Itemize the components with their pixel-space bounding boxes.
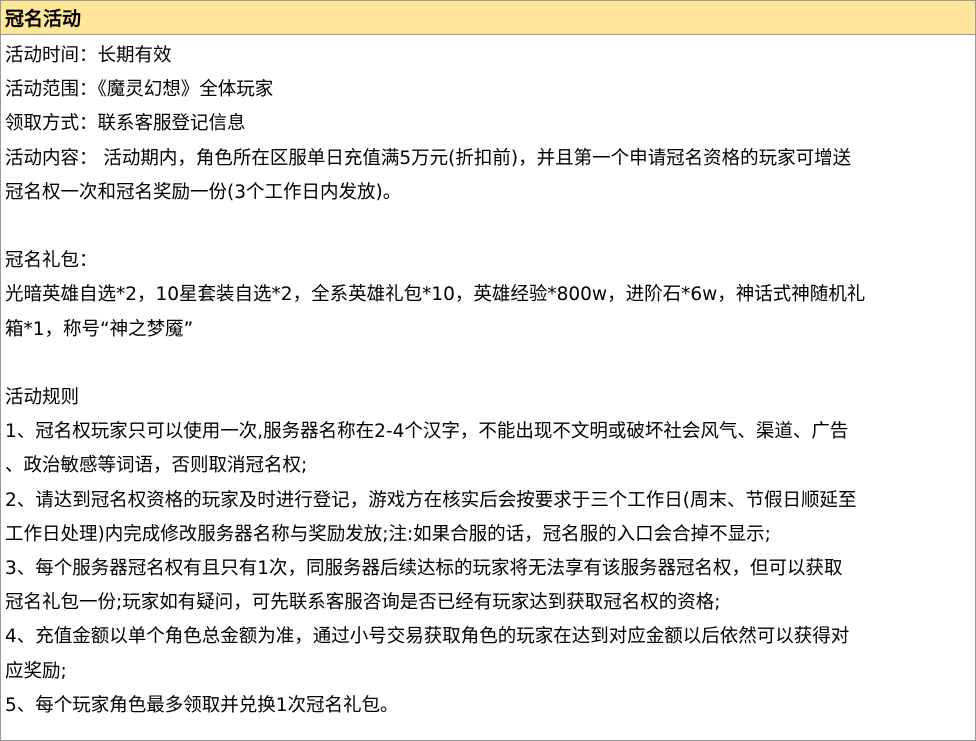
gift-heading: 冠名礼包：: [5, 250, 98, 272]
activity-scope-line: 活动范围：《魔灵幻想》全体玩家: [5, 79, 274, 101]
rule-3-line-2: 冠名礼包一份;玩家如有疑问，可先联系客服咨询是否已经有玩家达到获取冠名权的资格;: [5, 592, 721, 614]
gift-line-2: 箱*1，称号“神之梦魇”: [5, 318, 194, 340]
rule-2-line-1: 2、请达到冠名权资格的玩家及时进行登记，游戏方在核实后会按要求于三个工作日(周末…: [5, 489, 857, 511]
rule-1-line-1: 1、冠名权玩家只可以使用一次,服务器名称在2-4个汉字，不能出现不文明或破坏社会…: [5, 421, 849, 443]
rule-4-line-2: 应奖励;: [5, 660, 67, 682]
content-cell: 活动时间：长期有效 活动范围：《魔灵幻想》全体玩家 领取方式：联系客服登记信息 …: [1, 35, 975, 723]
rule-5-line: 5、每个玩家角色最多领取并兑换1次冠名礼包。: [5, 694, 399, 716]
title-cell: 冠名活动: [1, 1, 975, 35]
rule-1-line-2: 、政治敏感等词语，否则取消冠名权;: [5, 455, 308, 477]
announcement-sheet: 冠名活动 活动时间：长期有效 活动范围：《魔灵幻想》全体玩家 领取方式：联系客服…: [0, 0, 976, 741]
gift-line-1: 光暗英雄自选*2，10星套装自选*2，全系英雄礼包*10，英雄经验*800w，进…: [5, 284, 866, 306]
rule-2-line-2: 工作日处理)内完成修改服务器名称与奖励发放;注:如果合服的话，冠名服的入口会合掉…: [5, 523, 771, 545]
rules-heading: 活动规则: [5, 387, 80, 408]
rule-3-line-1: 3、每个服务器冠名权有且只有1次，同服务器后续达标的玩家将无法享有该服务器冠名权…: [5, 558, 843, 580]
page-title: 冠名活动: [5, 8, 82, 30]
claim-method-line: 领取方式：联系客服登记信息: [5, 113, 246, 135]
activity-time-line: 活动时间：长期有效: [5, 45, 172, 66]
activity-content-line-1: 活动内容： 活动期内，角色所在区服单日充值满5万元(折扣前)，并且第一个申请冠名…: [5, 147, 852, 169]
rule-4-line-1: 4、充值金额以单个角色总金额为准，通过小号交易获取角色的玩家在达到对应金额以后依…: [5, 626, 850, 648]
activity-content-line-2: 冠名权一次和冠名奖励一份(3个工作日内发放)。: [5, 181, 402, 203]
